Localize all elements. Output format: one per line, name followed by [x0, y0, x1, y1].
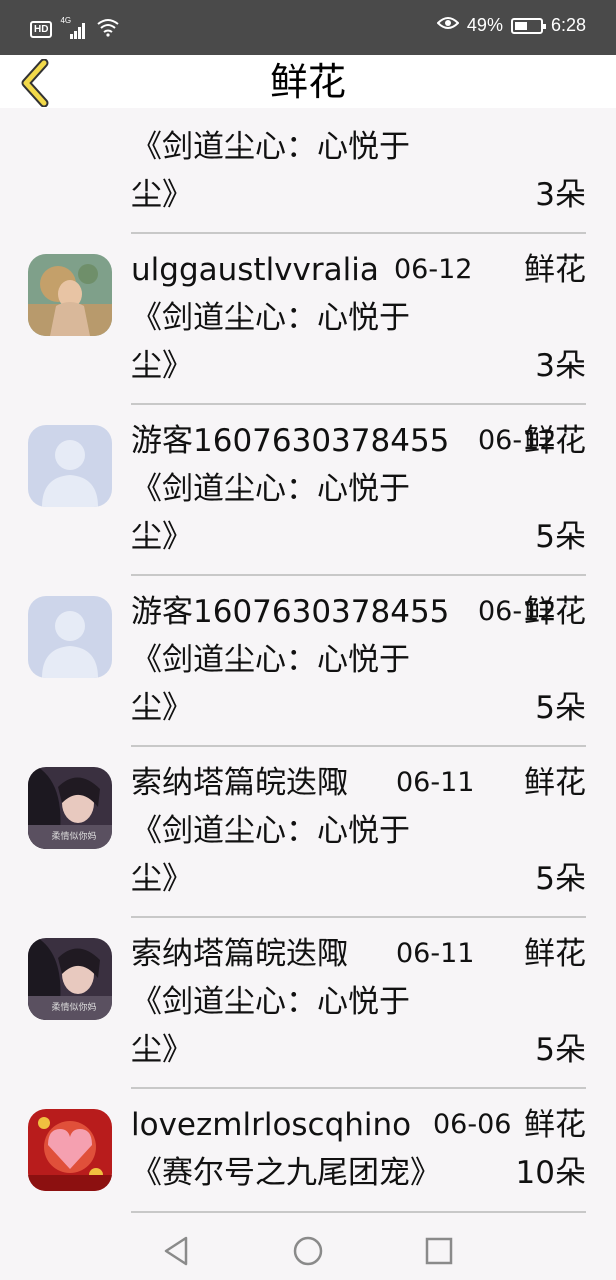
book-title-cont: 尘》	[131, 861, 193, 897]
avatar-caption: 柔情似你妈	[51, 1001, 96, 1013]
gift-type: 鲜花	[524, 1107, 586, 1143]
book-title: 《剑道尘心：心悦于	[131, 471, 410, 507]
book-title-cont: 尘》	[131, 177, 193, 213]
gift-type: 鲜花	[524, 765, 586, 801]
user-name: lovezmlrloscqhino	[131, 1107, 412, 1143]
gift-type: 鲜花	[524, 423, 586, 459]
default-avatar[interactable]	[28, 596, 112, 678]
system-nav-bar	[0, 1220, 616, 1280]
gift-type: 鲜花	[524, 252, 586, 288]
book-title-cont: 尘》	[131, 519, 193, 555]
gift-record-list[interactable]: 《剑道尘心：心悦于 尘》 3朵 ulggaustlvvralia 06-12 鲜…	[0, 108, 616, 1220]
book-title: 《剑道尘心：心悦于	[131, 642, 410, 678]
battery-icon	[510, 17, 546, 34]
gift-date: 06-12	[394, 254, 473, 285]
book-title: 《赛尔号之九尾团宠》	[131, 1155, 441, 1191]
gift-record[interactable]: lovezmlrloscqhino 06-06 鲜花	[0, 1213, 616, 1220]
flower-count: 10朵	[515, 1155, 586, 1191]
book-title: 《剑道尘心：心悦于	[131, 813, 410, 849]
user-name: 索纳塔篇皖迭陬	[131, 936, 348, 972]
clock: 6:28	[550, 15, 586, 35]
flower-count: 5朵	[535, 690, 586, 726]
gift-type: 鲜花	[524, 594, 586, 630]
battery-fill	[514, 21, 527, 30]
avatar[interactable]: 柔情似你妈	[28, 767, 112, 849]
gift-record[interactable]: 《剑道尘心：心悦于 尘》 3朵	[0, 108, 616, 234]
user-name: 游客1607630378455	[131, 594, 450, 630]
square-recent-icon	[425, 1237, 453, 1265]
user-silhouette-icon	[28, 596, 112, 678]
user-name: 游客1607630378455	[131, 423, 450, 459]
avatar-caption: 柔情似你妈	[51, 830, 96, 842]
gift-type: 鲜花	[524, 936, 586, 972]
flower-count: 5朵	[535, 519, 586, 555]
gift-record[interactable]: 柔情似你妈 索纳塔篇皖迭陬 06-11 鲜花 《剑道尘心：心悦于 尘》 5朵	[0, 918, 616, 1089]
battery-percent: 49%	[466, 15, 503, 35]
page-title: 鲜花	[269, 60, 346, 104]
nav-home-button[interactable]	[291, 1234, 325, 1268]
gift-record[interactable]: 游客1607630378455 06-12 鲜花 《剑道尘心：心悦于 尘》 5朵	[0, 405, 616, 576]
header-bar: 鲜花	[0, 55, 616, 108]
gift-record[interactable]: 柔情似你妈 索纳塔篇皖迭陬 06-11 鲜花 《剑道尘心：心悦于 尘》 5朵	[0, 747, 616, 918]
flower-count: 3朵	[535, 348, 586, 384]
flower-count: 5朵	[535, 1032, 586, 1068]
flower-count: 3朵	[535, 177, 586, 213]
gift-record[interactable]: lovezmlrloscqhino 06-06 鲜花 《赛尔号之九尾团宠》 10…	[0, 1089, 616, 1213]
status-right-icons: 49% 6:28	[436, 15, 586, 36]
book-title: 《剑道尘心：心悦于	[131, 129, 410, 165]
user-silhouette-icon	[28, 425, 112, 507]
user-name: ulggaustlvvralia	[131, 252, 379, 288]
avatar[interactable]: 柔情似你妈	[28, 938, 112, 1020]
eye-comfort-icon	[436, 15, 460, 36]
gift-record[interactable]: ulggaustlvvralia 06-12 鲜花 《剑道尘心：心悦于 尘》 3…	[0, 234, 616, 405]
book-title-cont: 尘》	[131, 1032, 193, 1068]
status-left-icons: HD 4G	[30, 16, 120, 42]
flower-count: 5朵	[535, 861, 586, 897]
default-avatar[interactable]	[28, 425, 112, 507]
wifi-icon	[96, 17, 120, 42]
circle-home-icon	[293, 1236, 323, 1266]
gift-date: 06-11	[396, 767, 475, 798]
gift-date: 06-06	[433, 1109, 512, 1140]
avatar[interactable]	[28, 1109, 112, 1191]
triangle-back-icon	[164, 1236, 188, 1266]
hd-badge: HD	[30, 21, 53, 38]
book-title-cont: 尘》	[131, 348, 193, 384]
avatar[interactable]	[28, 254, 112, 336]
signal-icon: 4G	[60, 16, 88, 40]
gift-record[interactable]: 游客1607630378455 06-12 鲜花 《剑道尘心：心悦于 尘》 5朵	[0, 576, 616, 747]
book-title: 《剑道尘心：心悦于	[131, 300, 410, 336]
nav-back-button[interactable]	[160, 1234, 194, 1268]
user-name: 索纳塔篇皖迭陬	[131, 765, 348, 801]
gift-date: 06-11	[396, 938, 475, 969]
status-bar: HD 4G 49% 6:28	[0, 0, 616, 55]
nav-recent-button[interactable]	[422, 1234, 456, 1268]
book-title-cont: 尘》	[131, 690, 193, 726]
book-title: 《剑道尘心：心悦于	[131, 984, 410, 1020]
